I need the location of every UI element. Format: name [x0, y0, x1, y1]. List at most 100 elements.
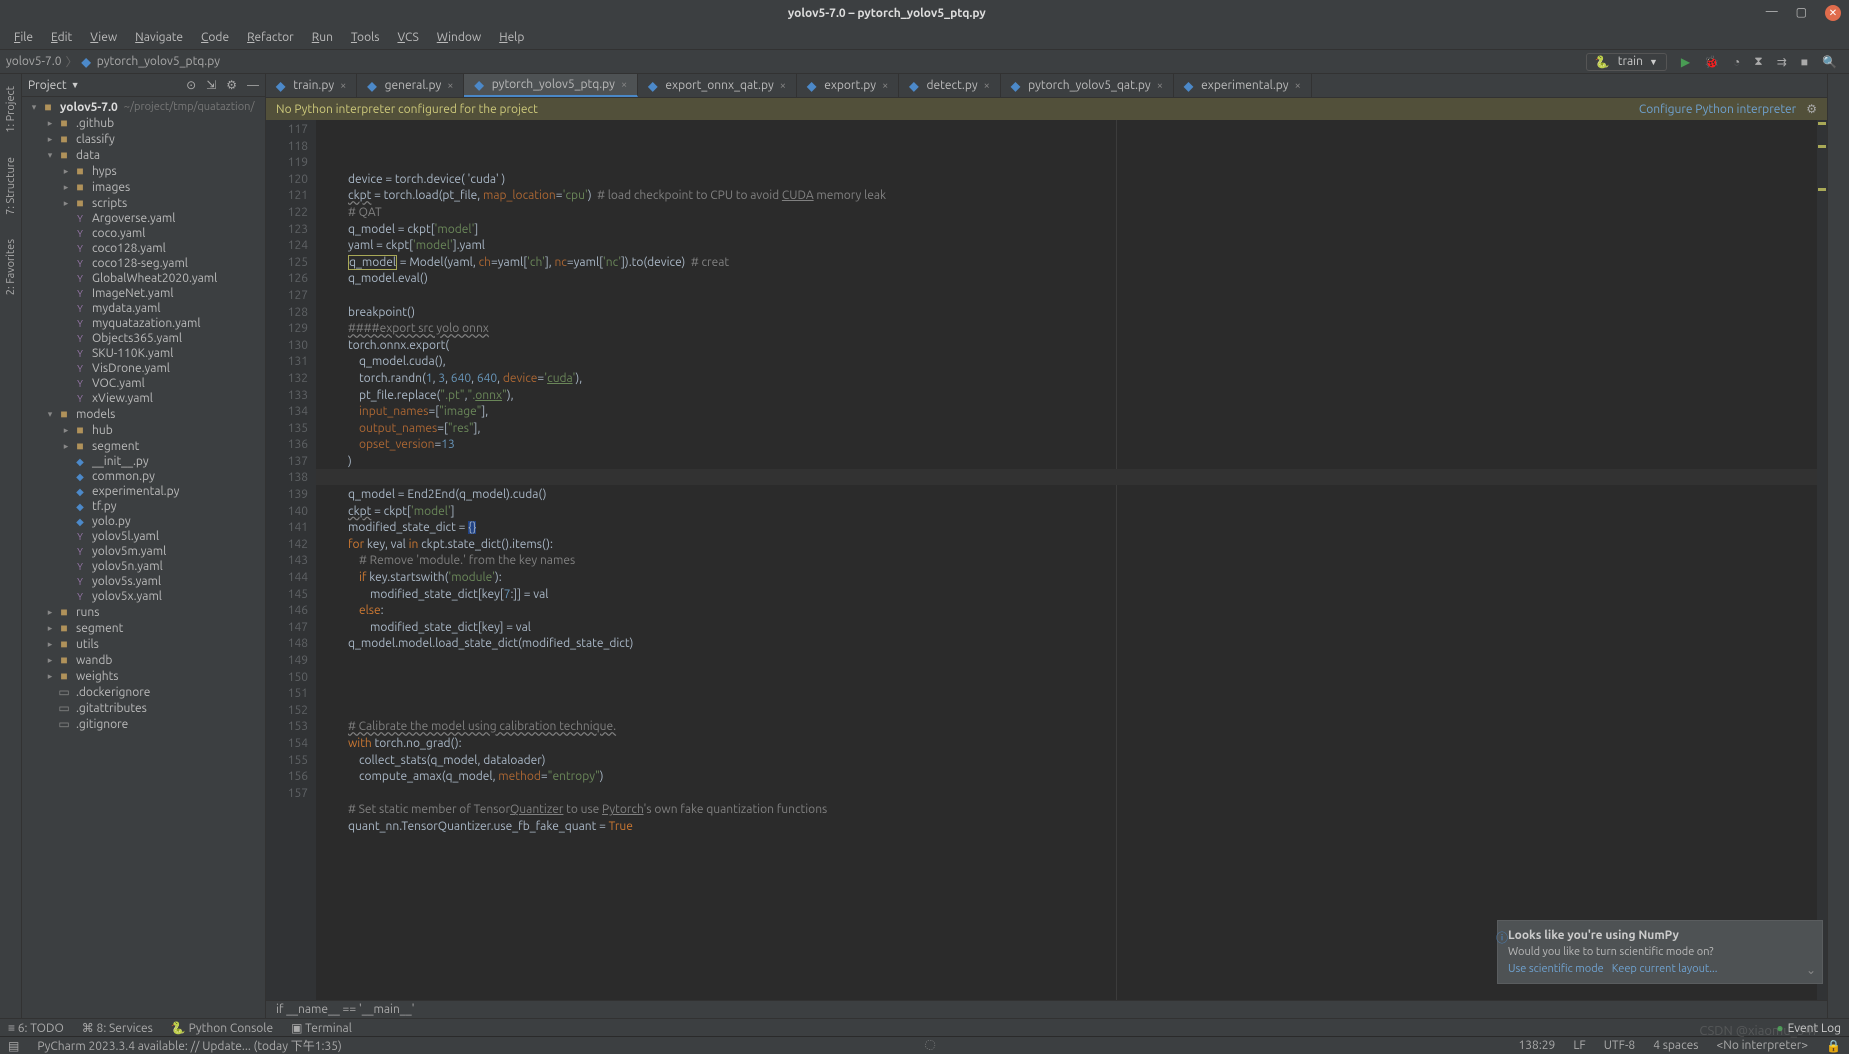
close-tab-icon[interactable]: ×	[621, 79, 627, 91]
tree-item[interactable]: YxView.yaml	[22, 391, 265, 406]
tree-item[interactable]: YImageNet.yaml	[22, 286, 265, 301]
code-content[interactable]: device = torch.device( 'cuda' ) ckpt = t…	[316, 120, 1817, 1000]
close-tab-icon[interactable]: ×	[340, 80, 346, 92]
close-tab-icon[interactable]: ×	[1295, 80, 1301, 92]
configure-interpreter-link[interactable]: Configure Python interpreter	[1639, 103, 1796, 116]
code-breadcrumb[interactable]: if __name__ == '__main__'	[266, 1000, 1827, 1018]
tree-item[interactable]: Yyolov5s.yaml	[22, 574, 265, 589]
tree-root[interactable]: ▾■yolov5-7.0~/project/tmp/quataztion/	[22, 99, 265, 115]
tree-item[interactable]: ▸■hyps	[22, 163, 265, 179]
bottom-tool[interactable]: 🐍 Python Console	[171, 1021, 273, 1035]
tree-item[interactable]: ▸■segment	[22, 438, 265, 454]
tree-item[interactable]: ◆experimental.py	[22, 484, 265, 499]
tree-item[interactable]: ▸■segment	[22, 620, 265, 636]
editor-tab[interactable]: ◆pytorch_yolov5_qat.py×	[1001, 74, 1174, 97]
attach-icon[interactable]: ⇉	[1777, 55, 1787, 69]
tree-item[interactable]: Ycoco.yaml	[22, 226, 265, 241]
status-encoding[interactable]: UTF-8	[1604, 1039, 1635, 1052]
tree-item[interactable]: ◆tf.py	[22, 499, 265, 514]
tree-item[interactable]: ▸■runs	[22, 604, 265, 620]
tree-item[interactable]: ▸■utils	[22, 636, 265, 652]
left-tab[interactable]: 2: Favorites	[3, 233, 19, 301]
select-opened-icon[interactable]: ⊙	[186, 78, 196, 92]
close-tab-icon[interactable]: ×	[984, 80, 990, 92]
close-icon[interactable]: ✕	[1825, 5, 1841, 21]
lock-icon[interactable]: 🔒	[1826, 1039, 1841, 1053]
menu-window[interactable]: Window	[429, 29, 489, 46]
error-stripe[interactable]	[1817, 120, 1827, 1000]
tree-item[interactable]: ▸■images	[22, 179, 265, 195]
menu-code[interactable]: Code	[193, 29, 237, 46]
tree-item[interactable]: Ycoco128.yaml	[22, 241, 265, 256]
coverage-icon[interactable]: ◔	[1733, 55, 1740, 69]
project-panel-title[interactable]: Project	[28, 79, 67, 92]
minimize-icon[interactable]: —	[1766, 5, 1778, 21]
notification-link[interactable]: Use scientific mode	[1508, 963, 1604, 975]
tree-item[interactable]: Ymydata.yaml	[22, 301, 265, 316]
tree-item[interactable]: ◆yolo.py	[22, 514, 265, 529]
left-tab[interactable]: 1: Project	[3, 80, 19, 139]
tree-item[interactable]: Yyolov5n.yaml	[22, 559, 265, 574]
tree-item[interactable]: ▸■hub	[22, 422, 265, 438]
tree-item[interactable]: ▾■models	[22, 406, 265, 422]
tree-item[interactable]: ▸■.github	[22, 115, 265, 131]
menu-edit[interactable]: Edit	[43, 29, 80, 46]
close-tab-icon[interactable]: ×	[447, 80, 453, 92]
status-interpreter[interactable]: <No interpreter>	[1716, 1039, 1808, 1052]
tree-item[interactable]: YSKU-110K.yaml	[22, 346, 265, 361]
close-tab-icon[interactable]: ×	[882, 80, 888, 92]
menu-vcs[interactable]: VCS	[389, 29, 426, 46]
breadcrumb-file[interactable]: pytorch_yolov5_ptq.py	[97, 55, 220, 68]
status-caret-pos[interactable]: 138:29	[1519, 1039, 1556, 1052]
editor-tab[interactable]: ◆experimental.py×	[1174, 74, 1312, 97]
tree-item[interactable]: ▭.gitignore	[22, 716, 265, 732]
debug-icon[interactable]: 🐞	[1704, 55, 1719, 69]
run-icon[interactable]: ▶	[1681, 55, 1690, 69]
editor-tab[interactable]: ◆detect.py×	[899, 74, 1001, 97]
tree-item[interactable]: Yyolov5x.yaml	[22, 589, 265, 604]
menu-run[interactable]: Run	[304, 29, 341, 46]
tree-item[interactable]: ▭.gitattributes	[22, 700, 265, 716]
bottom-tool[interactable]: ⌘ 8: Services	[82, 1021, 153, 1035]
tree-item[interactable]: YArgoverse.yaml	[22, 211, 265, 226]
editor-tab[interactable]: ◆train.py×	[266, 74, 357, 97]
menu-view[interactable]: View	[82, 29, 125, 46]
tree-item[interactable]: ▸■scripts	[22, 195, 265, 211]
tree-item[interactable]: ▸■classify	[22, 131, 265, 147]
code-area[interactable]: 1171181191201211221231241251261271281291…	[266, 120, 1827, 1000]
menu-refactor[interactable]: Refactor	[239, 29, 302, 46]
tree-item[interactable]: YObjects365.yaml	[22, 331, 265, 346]
editor-tab[interactable]: ◆export_onnx_qat.py×	[638, 74, 797, 97]
expand-all-icon[interactable]: ⇲	[206, 78, 216, 92]
menu-file[interactable]: File	[6, 29, 41, 46]
search-icon[interactable]: 🔍	[1822, 55, 1837, 69]
stop-icon[interactable]: ■	[1801, 55, 1808, 69]
tree-item[interactable]: ◆common.py	[22, 469, 265, 484]
gear-icon[interactable]: ⚙	[1806, 102, 1817, 116]
tree-item[interactable]: Ymyquatazation.yaml	[22, 316, 265, 331]
tree-item[interactable]: ▾■data	[22, 147, 265, 163]
chevron-down-icon[interactable]: ⌄	[1806, 963, 1816, 977]
tree-item[interactable]: ▭.dockerignore	[22, 684, 265, 700]
tree-item[interactable]: ▸■weights	[22, 668, 265, 684]
tree-item[interactable]: Yyolov5l.yaml	[22, 529, 265, 544]
menu-help[interactable]: Help	[491, 29, 532, 46]
status-indent[interactable]: 4 spaces	[1653, 1039, 1698, 1052]
editor-tab[interactable]: ◆export.py×	[797, 74, 899, 97]
maximize-icon[interactable]: ▢	[1796, 5, 1807, 21]
tree-item[interactable]: Ycoco128-seg.yaml	[22, 256, 265, 271]
tree-item[interactable]: Yyolov5m.yaml	[22, 544, 265, 559]
close-tab-icon[interactable]: ×	[1157, 80, 1163, 92]
bottom-tool[interactable]: ▣ Terminal	[291, 1021, 352, 1035]
run-config-selector[interactable]: 🐍 train ▼	[1586, 53, 1667, 71]
menu-tools[interactable]: Tools	[343, 29, 388, 46]
profile-icon[interactable]: ⧗	[1754, 55, 1762, 69]
tree-item[interactable]: YGlobalWheat2020.yaml	[22, 271, 265, 286]
breadcrumb-project[interactable]: yolov5-7.0	[6, 55, 62, 68]
tree-item[interactable]: ▸■wandb	[22, 652, 265, 668]
notification-link[interactable]: Keep current layout...	[1612, 963, 1718, 975]
editor-tab[interactable]: ◆general.py×	[357, 74, 464, 97]
left-tab[interactable]: 7: Structure	[3, 151, 19, 221]
hide-icon[interactable]: —	[247, 79, 259, 92]
close-tab-icon[interactable]: ×	[780, 80, 786, 92]
